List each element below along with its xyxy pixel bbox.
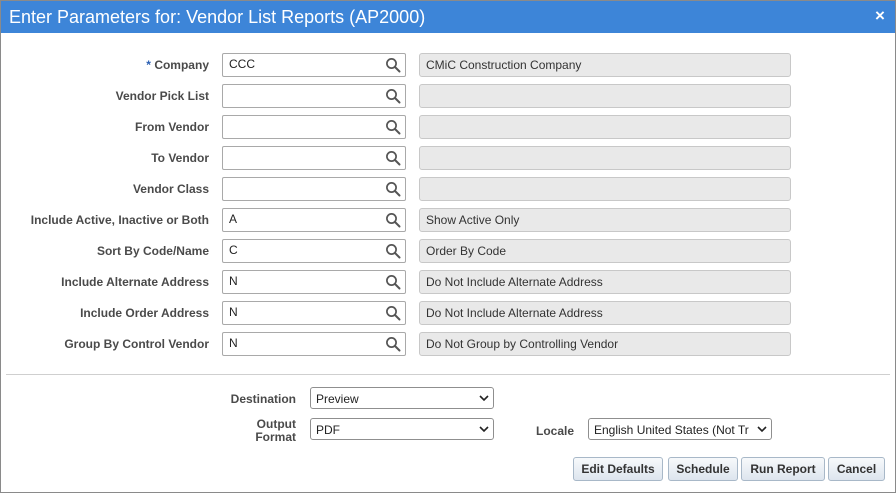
locale-select[interactable]: English United States (Not Tr <box>588 418 772 440</box>
parameter-label: From Vendor <box>135 120 209 134</box>
parameter-description: Show Active Only <box>419 208 791 232</box>
destination-label: Destination <box>230 392 296 406</box>
parameter-description <box>419 177 791 201</box>
search-icon[interactable] <box>384 87 402 105</box>
parameter-input[interactable] <box>223 333 379 353</box>
parameter-label: Include Active, Inactive or Both <box>31 213 209 227</box>
parameter-label: Include Order Address <box>80 306 209 320</box>
edit-defaults-button[interactable]: Edit Defaults <box>573 457 663 481</box>
chevron-down-icon <box>479 426 489 433</box>
parameter-description: Do Not Group by Controlling Vendor <box>419 332 791 356</box>
output-format-label: Output Format <box>201 418 296 444</box>
search-icon[interactable] <box>384 149 402 167</box>
parameter-row: Vendor Pick List <box>1 84 895 108</box>
chevron-down-icon <box>479 395 489 402</box>
search-icon[interactable] <box>384 304 402 322</box>
parameter-input[interactable] <box>223 271 379 291</box>
close-icon[interactable]: × <box>871 6 889 26</box>
parameter-input[interactable] <box>223 178 379 198</box>
run-report-button[interactable]: Run Report <box>741 457 825 481</box>
parameter-description: CMiC Construction Company <box>419 53 791 77</box>
parameter-input[interactable] <box>223 302 379 322</box>
parameter-label: Vendor Class <box>133 182 209 196</box>
parameter-lookup-field <box>222 115 406 139</box>
parameter-row: * Company CMiC Construction Company <box>1 53 895 77</box>
parameter-lookup-field <box>222 301 406 325</box>
parameter-description <box>419 115 791 139</box>
locale-label: Locale <box>535 424 574 438</box>
destination-value: Preview <box>316 392 359 406</box>
parameter-label: Group By Control Vendor <box>64 337 209 351</box>
parameter-label: Vendor Pick List <box>116 89 209 103</box>
parameter-input[interactable] <box>223 116 379 136</box>
parameter-row: Vendor Class <box>1 177 895 201</box>
search-icon[interactable] <box>384 273 402 291</box>
parameter-row: Include Active, Inactive or Both Show Act… <box>1 208 895 232</box>
parameter-label-text: Sort By Code/Name <box>96 244 209 258</box>
schedule-button[interactable]: Schedule <box>668 457 738 481</box>
destination-select[interactable]: Preview <box>310 387 494 409</box>
parameter-description <box>419 146 791 170</box>
parameter-label: Include Alternate Address <box>61 275 209 289</box>
output-format-label-line2: Format <box>255 430 296 444</box>
required-marker: * <box>146 58 151 72</box>
parameter-lookup-field <box>222 270 406 294</box>
parameter-description: Do Not Include Alternate Address <box>419 270 791 294</box>
parameter-label-text: To Vendor <box>151 151 209 165</box>
parameter-row: To Vendor <box>1 146 895 170</box>
parameter-lookup-field <box>222 53 406 77</box>
parameter-lookup-field <box>222 146 406 170</box>
cancel-button[interactable]: Cancel <box>828 457 885 481</box>
parameter-lookup-field <box>222 84 406 108</box>
parameter-description <box>419 84 791 108</box>
search-icon[interactable] <box>384 118 402 136</box>
parameter-row: Sort By Code/Name Order By Code <box>1 239 895 263</box>
parameter-lookup-field <box>222 239 406 263</box>
parameter-label: To Vendor <box>151 151 209 165</box>
parameter-label-text: Group By Control Vendor <box>64 337 209 351</box>
parameter-input[interactable] <box>223 54 379 74</box>
parameter-lookup-field <box>222 332 406 356</box>
search-icon[interactable] <box>384 335 402 353</box>
parameter-lookup-field <box>222 208 406 232</box>
parameter-description: Do Not Include Alternate Address <box>419 301 791 325</box>
parameter-input[interactable] <box>223 147 379 167</box>
output-format-value: PDF <box>316 423 340 437</box>
parameter-label-text: Company <box>154 58 209 72</box>
search-icon[interactable] <box>384 211 402 229</box>
dialog-titlebar: Enter Parameters for: Vendor List Report… <box>1 1 895 33</box>
parameter-lookup-field <box>222 177 406 201</box>
parameter-input[interactable] <box>223 209 379 229</box>
search-icon[interactable] <box>384 242 402 260</box>
parameter-input[interactable] <box>223 85 379 105</box>
parameter-label: * Company <box>146 58 209 72</box>
search-icon[interactable] <box>384 56 402 74</box>
search-icon[interactable] <box>384 180 402 198</box>
parameter-input[interactable] <box>223 240 379 260</box>
section-divider <box>6 374 890 375</box>
chevron-down-icon <box>757 426 767 433</box>
parameter-label-text: Include Active, Inactive or Both <box>30 213 209 227</box>
parameter-label-text: Vendor Pick List <box>115 89 209 103</box>
parameter-label-text: Include Order Address <box>80 306 209 320</box>
parameter-row: Include Alternate Address Do Not Include … <box>1 270 895 294</box>
parameter-row: From Vendor <box>1 115 895 139</box>
parameter-label-text: From Vendor <box>134 120 209 134</box>
parameter-label: Sort By Code/Name <box>97 244 209 258</box>
parameter-label-text: Include Alternate Address <box>61 275 209 289</box>
output-format-select[interactable]: PDF <box>310 418 494 440</box>
dialog-title: Enter Parameters for: Vendor List Report… <box>9 7 426 27</box>
locale-value: English United States (Not Tr <box>594 423 749 437</box>
parameter-row: Include Order Address Do Not Include Alte… <box>1 301 895 325</box>
parameters-dialog: Enter Parameters for: Vendor List Report… <box>0 0 896 493</box>
parameter-label-text: Vendor Class <box>132 182 209 196</box>
parameter-row: Group By Control Vendor Do Not Group by C… <box>1 332 895 356</box>
parameter-description: Order By Code <box>419 239 791 263</box>
